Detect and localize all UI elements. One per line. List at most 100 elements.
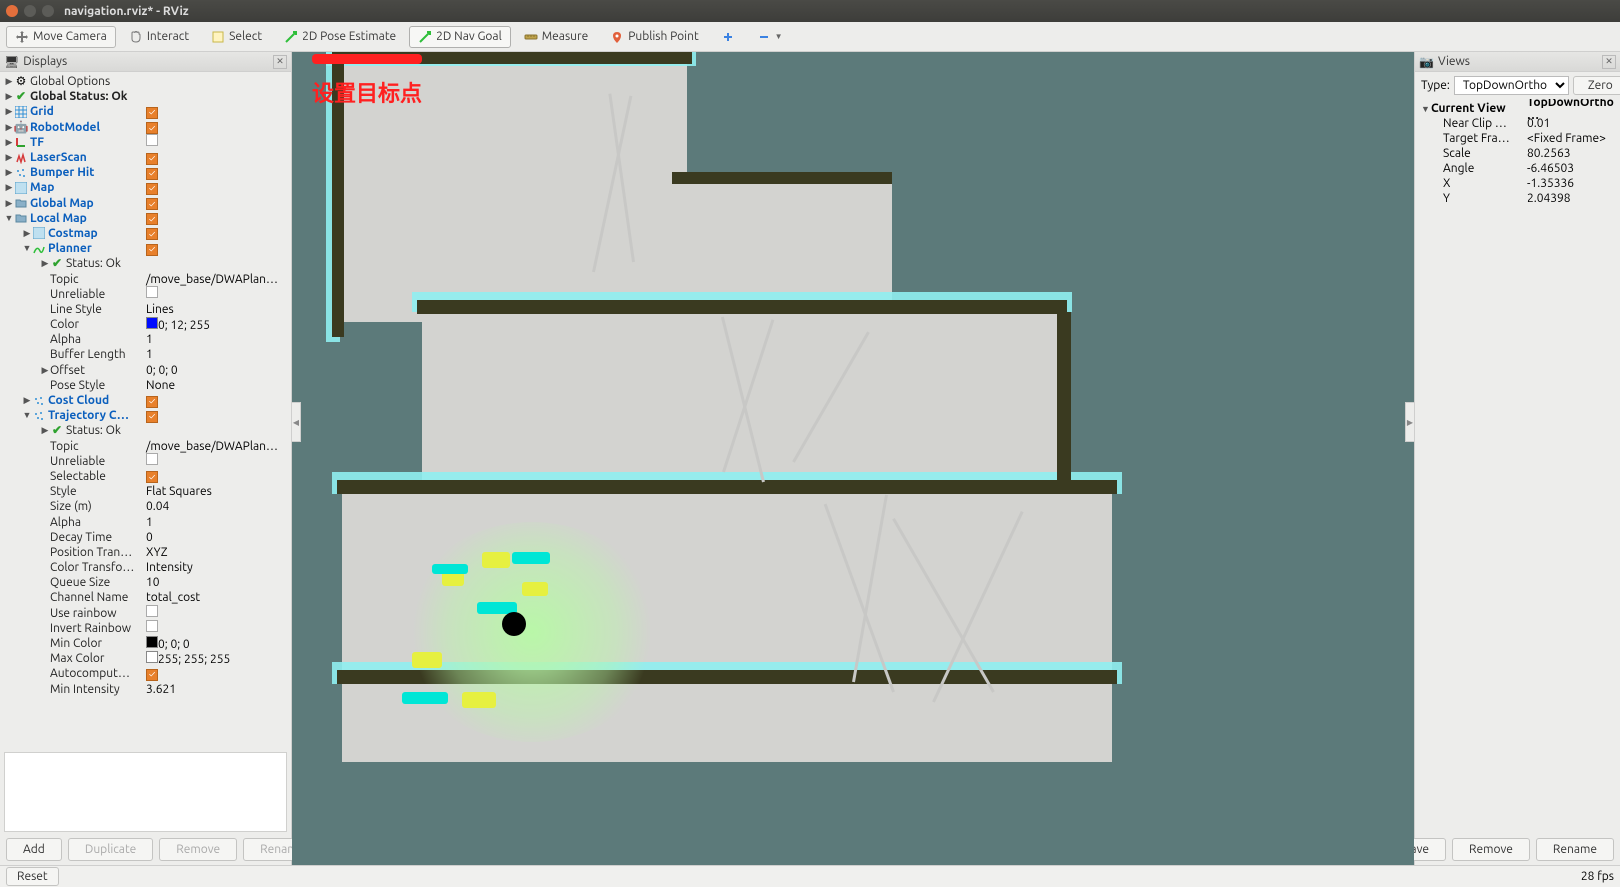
tc-coltrans-val[interactable]: Intensity <box>146 560 193 575</box>
color-swatch[interactable] <box>146 317 158 329</box>
tc-decay-val[interactable]: 0 <box>146 530 153 545</box>
interact-button[interactable]: Interact <box>120 26 198 48</box>
tc-decay-key[interactable]: Decay Time <box>50 530 112 545</box>
tc-size-key[interactable]: Size (m) <box>50 499 92 514</box>
tc-minintensity-val[interactable]: 3.621 <box>146 682 176 697</box>
scale-val[interactable]: 80.2563 <box>1527 147 1571 160</box>
laser-scan-checkbox[interactable]: ✓ <box>146 153 158 165</box>
cost-cloud-item[interactable]: Cost Cloud <box>48 393 109 408</box>
rviz-viewport[interactable]: 设置目标点 ◀ ▶ <box>292 52 1414 865</box>
planner-linestyle-val[interactable]: Lines <box>146 302 174 317</box>
global-map-item[interactable]: Global Map <box>30 196 94 211</box>
views-tree[interactable]: ▼Current ViewTopDownOrtho … Near Clip …0… <box>1415 99 1620 834</box>
tc-selectable-key[interactable]: Selectable <box>50 469 106 484</box>
planner-item[interactable]: Planner <box>48 241 92 256</box>
tc-rainbow-checkbox[interactable] <box>146 605 158 617</box>
grid-checkbox[interactable]: ✓ <box>146 107 158 119</box>
global-status-item[interactable]: Global Status: Ok <box>30 89 128 104</box>
planner-posestyle-key[interactable]: Pose Style <box>50 378 105 393</box>
tc-mincolor-key[interactable]: Min Color <box>50 636 102 651</box>
remove-button[interactable]: Remove <box>159 838 237 861</box>
tc-postrans-key[interactable]: Position Tran… <box>50 545 132 560</box>
tf-item[interactable]: TF <box>30 135 44 150</box>
window-maximize-button[interactable] <box>42 5 54 17</box>
planner-unreliable-key[interactable]: Unreliable <box>50 287 105 302</box>
tc-selectable-checkbox[interactable]: ✓ <box>146 471 158 483</box>
tc-unreliable-key[interactable]: Unreliable <box>50 454 105 469</box>
add-button[interactable]: Add <box>6 838 62 861</box>
global-map-checkbox[interactable]: ✓ <box>146 198 158 210</box>
pose-estimate-button[interactable]: 2D Pose Estimate <box>275 26 405 48</box>
mincolor-swatch[interactable] <box>146 636 158 648</box>
tc-invrainbow-key[interactable]: Invert Rainbow <box>50 621 131 636</box>
tc-autocompute-checkbox[interactable]: ✓ <box>146 669 158 681</box>
y-val[interactable]: 2.04398 <box>1527 192 1571 205</box>
tc-postrans-val[interactable]: XYZ <box>146 545 168 560</box>
select-button[interactable]: Select <box>202 26 271 48</box>
plus-button[interactable] <box>712 26 744 48</box>
bumper-hit-item[interactable]: Bumper Hit <box>30 165 94 180</box>
duplicate-button[interactable]: Duplicate <box>68 838 153 861</box>
tc-topic-key[interactable]: Topic <box>50 439 79 454</box>
displays-panel-header[interactable]: 🖥Displays ✕ <box>0 52 291 72</box>
views-rename-button[interactable]: Rename <box>1536 838 1614 861</box>
planner-linestyle-key[interactable]: Line Style <box>50 302 102 317</box>
window-close-button[interactable] <box>6 5 18 17</box>
trajectory-cloud-item[interactable]: Trajectory C… <box>48 408 129 423</box>
tc-minintensity-key[interactable]: Min Intensity <box>50 682 120 697</box>
planner-alpha-key[interactable]: Alpha <box>50 332 81 347</box>
planner-posestyle-val[interactable]: None <box>146 378 175 393</box>
views-type-select[interactable]: TopDownOrtho <box>1454 76 1569 95</box>
planner-offset-val[interactable]: 0; 0; 0 <box>146 363 178 378</box>
views-remove-button[interactable]: Remove <box>1452 838 1530 861</box>
planner-topic-key[interactable]: Topic <box>50 272 79 287</box>
planner-offset-key[interactable]: Offset <box>50 363 85 378</box>
minus-dropdown-button[interactable]: ▼ <box>748 26 792 48</box>
planner-unreliable-checkbox[interactable] <box>146 286 158 298</box>
tc-unreliable-checkbox[interactable] <box>146 453 158 465</box>
tc-coltrans-key[interactable]: Color Transfo… <box>50 560 134 575</box>
publish-point-button[interactable]: Publish Point <box>601 26 707 48</box>
local-map-checkbox[interactable]: ✓ <box>146 213 158 225</box>
laser-scan-item[interactable]: LaserScan <box>30 150 87 165</box>
planner-alpha-val[interactable]: 1 <box>146 332 153 347</box>
tc-status[interactable]: Status: Ok <box>66 423 121 438</box>
zero-button[interactable]: Zero <box>1573 76 1620 95</box>
tc-autocompute-key[interactable]: Autocomput… <box>50 666 130 681</box>
tf-checkbox[interactable] <box>146 134 158 146</box>
tc-channel-val[interactable]: total_cost <box>146 590 200 605</box>
trajectory-cloud-checkbox[interactable]: ✓ <box>146 411 158 423</box>
tc-rainbow-key[interactable]: Use rainbow <box>50 606 117 621</box>
x-val[interactable]: -1.35336 <box>1527 177 1574 190</box>
tc-invrainbow-checkbox[interactable] <box>146 620 158 632</box>
views-panel-header[interactable]: 📷Views ✕ <box>1415 52 1620 72</box>
bumper-checkbox[interactable]: ✓ <box>146 168 158 180</box>
tc-style-key[interactable]: Style <box>50 484 77 499</box>
tc-size-val[interactable]: 0.04 <box>146 499 169 514</box>
views-panel-close[interactable]: ✕ <box>1602 55 1616 69</box>
local-map-item[interactable]: Local Map <box>30 211 87 226</box>
planner-checkbox[interactable]: ✓ <box>146 244 158 256</box>
measure-button[interactable]: Measure <box>515 26 597 48</box>
target-frame-val[interactable]: <Fixed Frame> <box>1527 132 1606 145</box>
map-item[interactable]: Map <box>30 180 54 195</box>
map-checkbox[interactable]: ✓ <box>146 183 158 195</box>
tc-alpha-val[interactable]: 1 <box>146 515 153 530</box>
planner-buflen-key[interactable]: Buffer Length <box>50 347 126 362</box>
displays-panel-close[interactable]: ✕ <box>273 55 287 69</box>
reset-button[interactable]: Reset <box>6 867 59 886</box>
costmap-item[interactable]: Costmap <box>48 226 98 241</box>
planner-color-key[interactable]: Color <box>50 317 79 332</box>
displays-tree[interactable]: ▶⚙Global Options ▶✔Global Status: Ok ▶Gr… <box>0 72 291 750</box>
maxcolor-swatch[interactable] <box>146 651 158 663</box>
tc-queue-val[interactable]: 10 <box>146 575 160 590</box>
current-view-key[interactable]: Current View <box>1431 102 1531 115</box>
global-options-item[interactable]: Global Options <box>30 74 110 89</box>
near-clip-val[interactable]: 0.01 <box>1527 117 1550 130</box>
planner-status[interactable]: Status: Ok <box>66 256 121 271</box>
planner-buflen-val[interactable]: 1 <box>146 347 153 362</box>
planner-topic-val[interactable]: /move_base/DWAPlan… <box>146 272 278 287</box>
costmap-checkbox[interactable]: ✓ <box>146 228 158 240</box>
nav-goal-button[interactable]: 2D Nav Goal <box>409 26 511 48</box>
tc-alpha-key[interactable]: Alpha <box>50 515 81 530</box>
